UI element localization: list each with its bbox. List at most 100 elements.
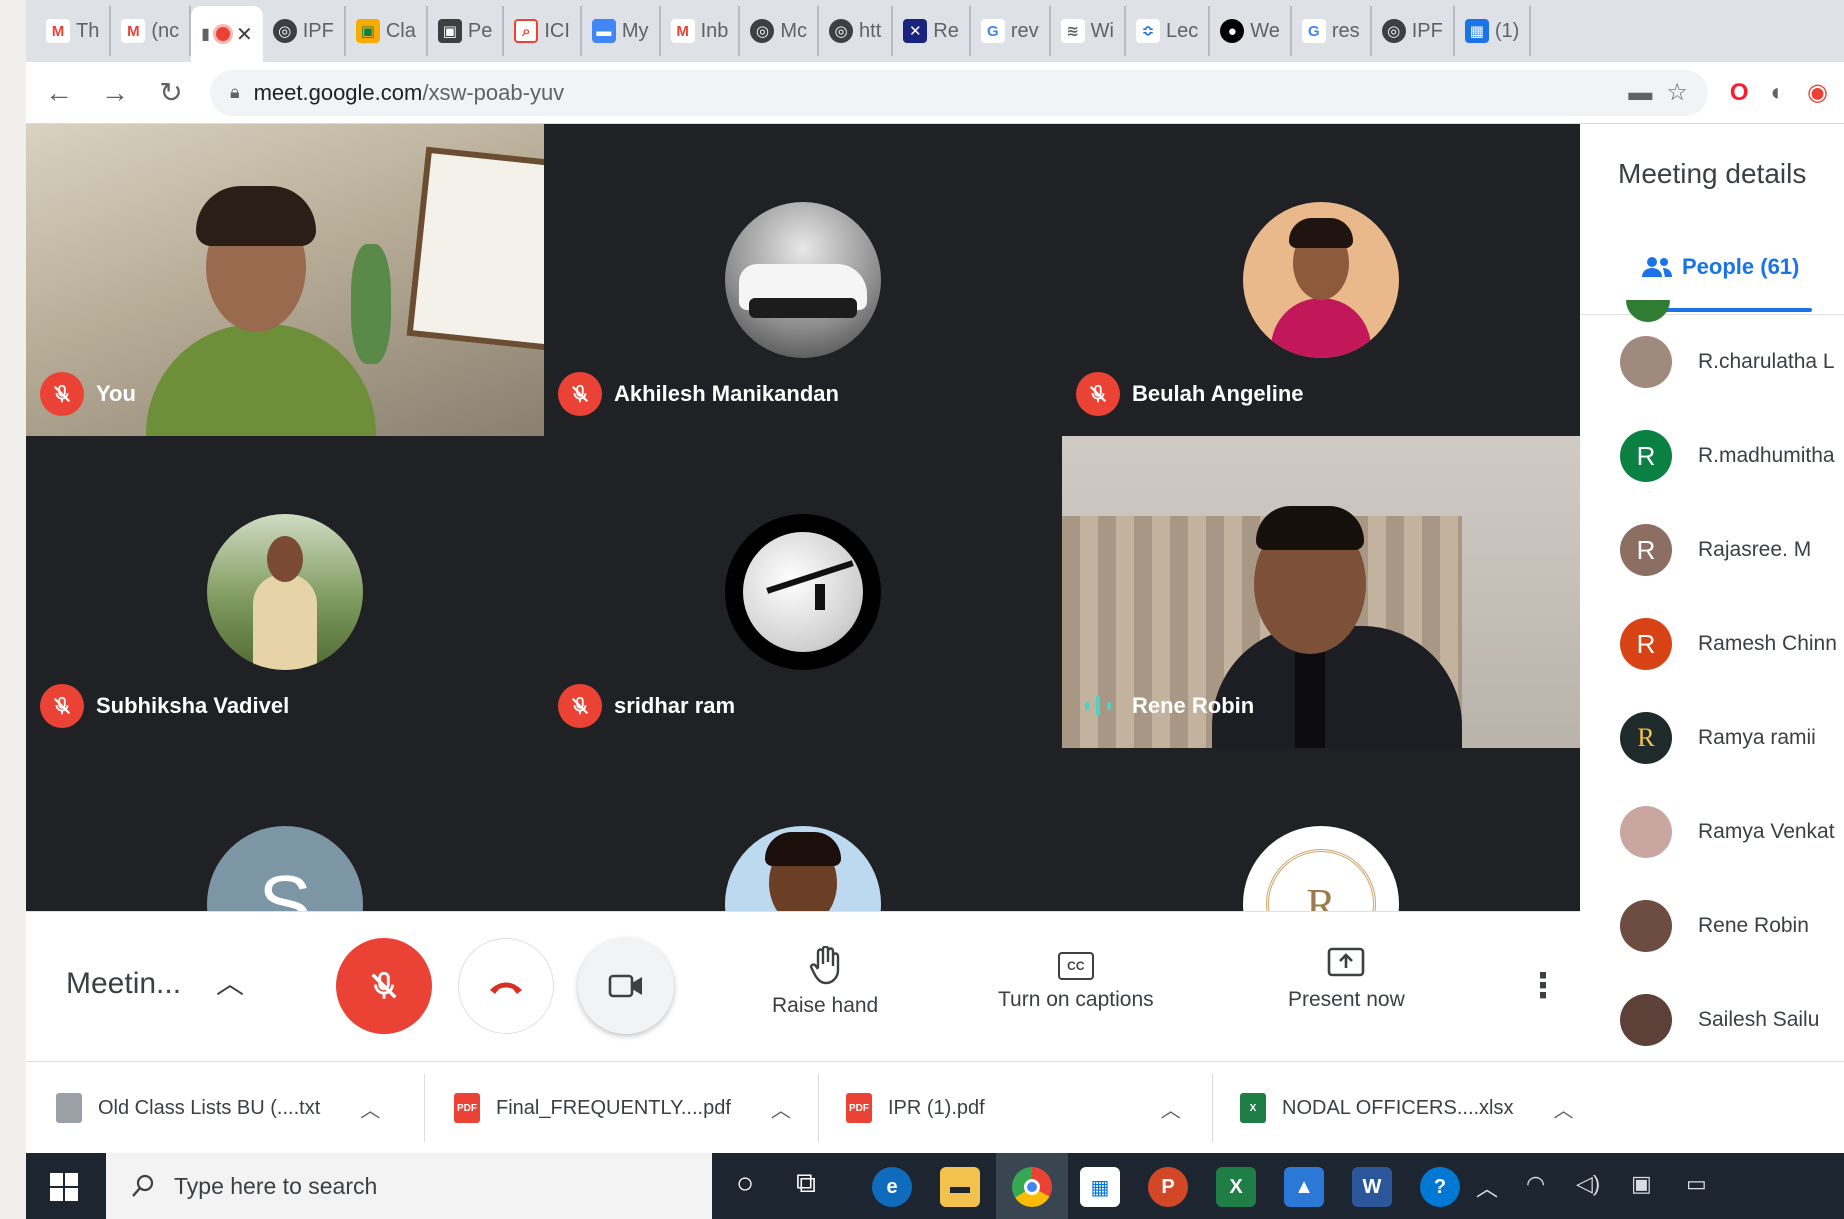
reload-icon[interactable]: ↻: [154, 76, 188, 109]
browser-tab[interactable]: M Th: [36, 6, 112, 56]
globe-icon: ◎: [1381, 19, 1406, 43]
store-icon[interactable]: ▦: [1080, 1167, 1120, 1207]
browser-tab[interactable]: ▣ Pe: [428, 6, 505, 56]
browser-tab[interactable]: ✕ Re: [893, 6, 971, 56]
search-icon: ⌕: [514, 19, 539, 43]
tab-label: Cla: [385, 19, 416, 42]
download-item[interactable]: Old Class Lists BU (....txt ︿: [56, 1062, 380, 1154]
participant-name: Rene Robin: [1132, 693, 1255, 718]
people-list-item[interactable]: R Ramesh Chinn: [1620, 618, 1837, 670]
browser-tab[interactable]: M (nc: [111, 6, 192, 56]
chevron-up-icon[interactable]: ︿: [1554, 1094, 1574, 1123]
chrome-icon[interactable]: [1012, 1167, 1052, 1207]
chevron-up-icon[interactable]: ︿: [771, 1094, 791, 1123]
chevron-up-icon[interactable]: ︿: [1161, 1094, 1181, 1123]
captions-button[interactable]: CC Turn on captions: [998, 946, 1154, 1012]
word-icon[interactable]: W: [1352, 1167, 1392, 1207]
browser-tab[interactable]: ◎ IPF: [263, 6, 346, 56]
browser-tab[interactable]: ≋ Wi: [1051, 6, 1126, 56]
download-item[interactable]: PDF Final_FREQUENTLY....pdf ︿: [454, 1062, 791, 1154]
windows-start-icon[interactable]: [50, 1173, 78, 1201]
avatar: R: [1620, 712, 1672, 764]
profile-icon[interactable]: ◉: [1807, 78, 1828, 107]
download-item[interactable]: PDF IPR (1).pdf ︿: [846, 1062, 1181, 1154]
background-plant: [351, 244, 391, 364]
chevron-up-icon[interactable]: ︿: [216, 962, 244, 1002]
raise-hand-button[interactable]: Raise hand: [772, 946, 878, 1018]
address-bar[interactable]: 🔒︎ meet.google.com/xsw-poab-yuv ▬ ☆: [210, 69, 1708, 116]
leave-call-button[interactable]: [458, 938, 554, 1034]
task-view-icon[interactable]: ⧉: [796, 1167, 816, 1200]
present-now-button[interactable]: Present now: [1288, 946, 1405, 1012]
tab-people[interactable]: People (61): [1640, 254, 1799, 280]
person-name: R.madhumitha: [1698, 444, 1835, 467]
opera-extension-icon[interactable]: O: [1730, 79, 1749, 107]
photos-icon[interactable]: ▲: [1284, 1167, 1324, 1207]
camera-toggle-button[interactable]: [578, 938, 674, 1034]
browser-tab[interactable]: ≎ Lec: [1126, 6, 1211, 56]
browser-tab[interactable]: ▦ (1): [1455, 6, 1532, 56]
browser-tab[interactable]: ⌕ ICI: [504, 6, 582, 56]
people-list-item[interactable]: Ramya Venkat: [1620, 806, 1835, 858]
powerpoint-icon[interactable]: P: [1148, 1167, 1188, 1207]
browser-tab-strip: M Th M (nc ▮ ✕ ◎ IPF ▣ Cla ▣ Pe ⌕ ICI ▬ My M Inb …: [26, 0, 1844, 62]
star-icon[interactable]: ☆: [1666, 78, 1688, 107]
excel-icon[interactable]: X: [1216, 1167, 1256, 1207]
notification-icon[interactable]: ▣: [1631, 1171, 1652, 1197]
browser-tab[interactable]: ▣ Cla: [346, 6, 428, 56]
browser-tab[interactable]: ◎ htt: [819, 6, 894, 56]
participant-avatar: S: [207, 826, 363, 911]
participant-tile-you[interactable]: You: [26, 124, 544, 436]
pdf-file-icon: PDF: [454, 1093, 480, 1123]
browser-tab[interactable]: M Inb: [661, 6, 741, 56]
browser-tab[interactable]: ▬ My: [582, 6, 661, 56]
people-list-item[interactable]: R Rajasree. M: [1620, 524, 1811, 576]
people-list-item[interactable]: R.charulatha L: [1620, 336, 1835, 388]
participant-tile[interactable]: sridhar ram: [544, 436, 1062, 748]
participant-tile[interactable]: [544, 748, 1062, 911]
people-list-item[interactable]: Rene Robin: [1620, 900, 1809, 952]
participant-tile[interactable]: Akhilesh Manikandan: [544, 124, 1062, 436]
browser-tab-active[interactable]: ▮ ✕: [191, 6, 263, 62]
bookmark-icon: ≎: [1136, 19, 1160, 43]
browser-tab[interactable]: Grev: [971, 6, 1051, 56]
close-tab-icon[interactable]: ✕: [236, 22, 253, 47]
back-arrow-icon[interactable]: ←: [42, 77, 76, 109]
participant-tile[interactable]: Beulah Angeline: [1062, 124, 1580, 436]
participant-tile[interactable]: Subhiksha Vadivel: [26, 436, 544, 748]
battery-icon[interactable]: ▭: [1686, 1171, 1707, 1197]
people-list-item[interactable]: R Ramya ramii: [1620, 712, 1816, 764]
help-icon[interactable]: ?: [1420, 1167, 1460, 1207]
mic-off-icon: [558, 684, 602, 728]
participant-label: Subhiksha Vadivel: [40, 684, 289, 728]
chevron-up-icon[interactable]: ︿: [360, 1094, 380, 1123]
people-list-item[interactable]: Sailesh Sailu: [1620, 994, 1819, 1046]
volume-icon[interactable]: ◁): [1576, 1171, 1600, 1197]
person-name: Ramya Venkat: [1698, 820, 1835, 843]
participant-tile-speaking[interactable]: Rene Robin: [1062, 436, 1580, 748]
people-list-item[interactable]: R R.madhumitha: [1620, 430, 1835, 482]
more-options-icon[interactable]: ⋮: [1526, 966, 1560, 1006]
microphone-toggle-button[interactable]: [336, 938, 432, 1034]
edge-icon[interactable]: e: [872, 1167, 912, 1207]
browser-tab[interactable]: ● We: [1210, 6, 1292, 56]
cortana-icon[interactable]: ○: [736, 1167, 754, 1201]
camera-indicator-icon[interactable]: ▬: [1628, 79, 1652, 107]
participant-avatar: [725, 514, 881, 670]
download-item[interactable]: X NODAL OFFICERS....xlsx ︿: [1240, 1062, 1574, 1154]
file-explorer-icon[interactable]: ▬: [940, 1167, 980, 1207]
participant-tile[interactable]: R: [1062, 748, 1580, 911]
extension-icon[interactable]: ◐: [1771, 79, 1786, 107]
browser-tab[interactable]: ◎ IPF: [1372, 6, 1455, 56]
taskbar-search-box[interactable]: Type here to search: [106, 1153, 712, 1219]
google-icon: G: [980, 19, 1005, 43]
participant-tile[interactable]: S: [26, 748, 544, 911]
browser-tab[interactable]: ◎ Mc: [740, 6, 820, 56]
chevron-up-icon[interactable]: ︿: [1476, 1171, 1498, 1203]
forward-arrow-icon[interactable]: →: [98, 77, 132, 109]
meeting-title[interactable]: Meetin...: [66, 967, 181, 1001]
network-icon[interactable]: ◠: [1526, 1171, 1545, 1197]
browser-tab[interactable]: Gres: [1292, 6, 1372, 56]
hang-up-icon: [490, 982, 522, 994]
meeting-controls-bar: Meetin... ︿ Raise hand CC Turn on captio…: [26, 911, 1580, 1061]
